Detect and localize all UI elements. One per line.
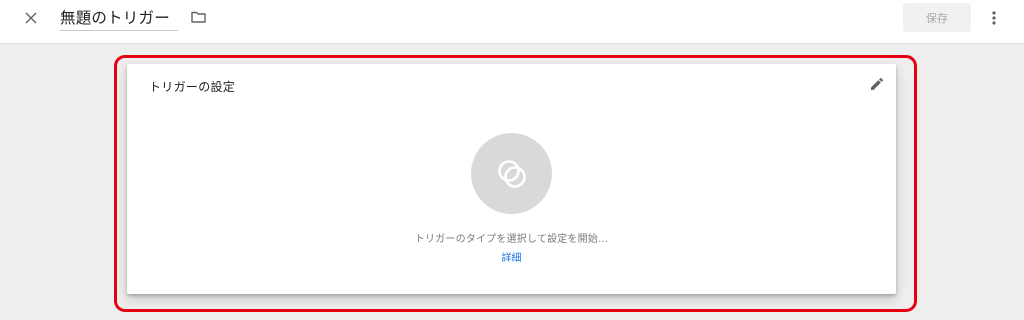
pencil-icon	[871, 77, 884, 90]
details-link-row: 詳細	[127, 249, 896, 264]
trigger-name-field[interactable]: 無題のトリガー	[60, 5, 178, 31]
card-title: トリガーの設定	[149, 80, 236, 94]
trigger-name-text[interactable]: 無題のトリガー	[60, 5, 178, 31]
folder-button[interactable]	[189, 9, 207, 25]
choose-trigger-type-button[interactable]	[471, 133, 552, 214]
folder-icon	[190, 11, 206, 23]
more-options-button[interactable]	[985, 7, 1003, 29]
select-trigger-prompt: トリガーのタイプを選択して設定を開始...	[414, 234, 609, 245]
trigger-type-icon	[497, 159, 526, 188]
save-button[interactable]: 保存	[903, 3, 971, 32]
close-button[interactable]	[18, 8, 44, 28]
top-bar: 無題のトリガー 保存	[0, 0, 1024, 44]
close-icon	[25, 12, 37, 24]
details-link[interactable]: 詳細	[502, 253, 522, 264]
edit-button[interactable]	[868, 75, 886, 93]
trigger-configuration-card[interactable]: トリガーの設定 トリガーのタイプを選択して設定を開始... 詳細	[127, 64, 896, 294]
more-vert-icon	[992, 11, 996, 25]
